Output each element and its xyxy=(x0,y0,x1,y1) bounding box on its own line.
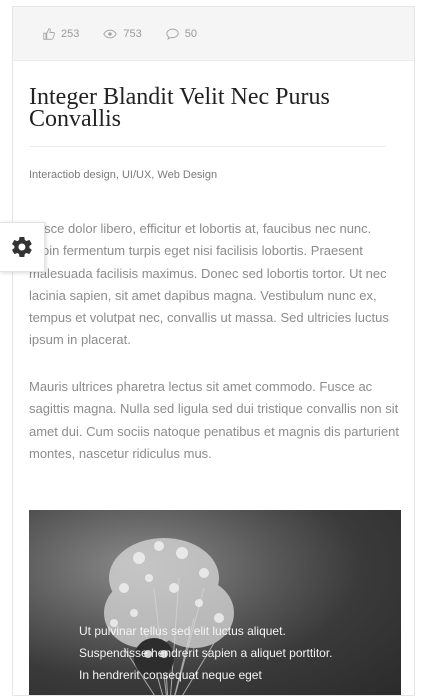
eye-icon xyxy=(103,29,118,38)
settings-toggle[interactable] xyxy=(0,222,45,272)
post-paragraph: Mauris ultrices pharetra lectus sit amet… xyxy=(29,379,399,461)
likes-count: 253 xyxy=(61,27,80,40)
comments-count: 50 xyxy=(184,27,197,40)
comments-stat[interactable]: 50 xyxy=(166,28,197,40)
image-caption: Ut pulvinar tellus sed elit luctus aliqu… xyxy=(79,624,333,682)
views-count: 753 xyxy=(123,27,142,40)
likes-stat[interactable]: 253 xyxy=(43,28,79,40)
post-card: 253 753 50 Integer Blandit Velit Nec Pur… xyxy=(12,6,415,696)
post-title: Integer Blandit Velit Nec Purus Convalli… xyxy=(29,84,330,132)
post-paragraph: Fusce dolor libero, efficitur et loborti… xyxy=(29,221,389,348)
views-stat: 753 xyxy=(103,27,142,40)
post-image: Ut pulvinar tellus sed elit luctus aliqu… xyxy=(29,510,401,695)
post-stats-bar: 253 753 50 xyxy=(13,7,414,61)
comment-icon xyxy=(166,28,179,40)
post-categories[interactable]: Interactiob design, UI/UX, Web Design xyxy=(29,169,217,181)
title-divider xyxy=(29,146,386,147)
gear-icon xyxy=(12,236,32,258)
thumbs-up-icon xyxy=(43,27,55,40)
